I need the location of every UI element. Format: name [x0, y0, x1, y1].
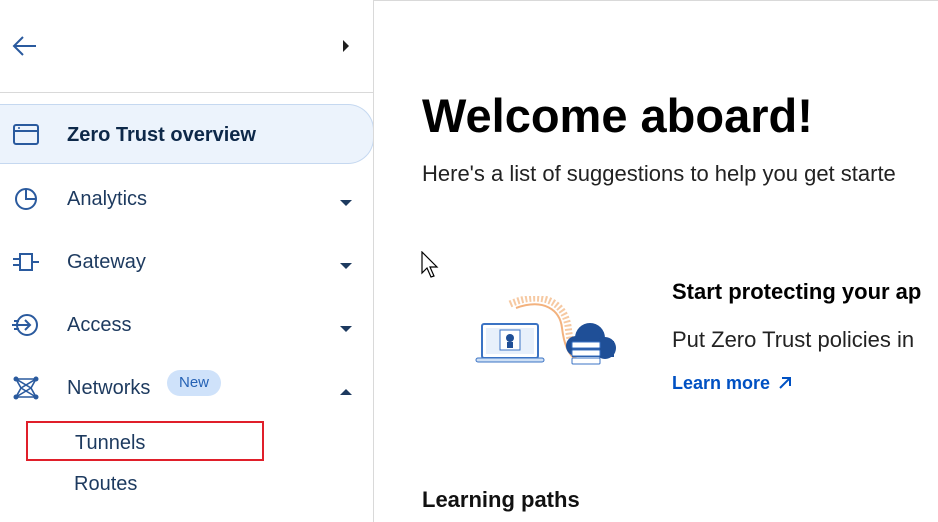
- nav-item-analytics[interactable]: Analytics: [0, 169, 373, 229]
- access-icon: [12, 312, 40, 338]
- sidebar-subitem-tunnels[interactable]: Tunnels: [26, 421, 264, 461]
- caret-right-icon: [343, 40, 349, 52]
- caret-down-icon[interactable]: [339, 195, 353, 206]
- arrow-up-right-icon: [779, 377, 792, 389]
- card-description: Put Zero Trust policies in: [672, 327, 915, 352]
- nav-label: Zero Trust overview: [67, 124, 256, 146]
- caret-up-icon[interactable]: [339, 384, 353, 395]
- main-content: Welcome aboard! Here's a list of suggest…: [374, 0, 938, 522]
- caret-down-icon[interactable]: [339, 321, 353, 332]
- pie-chart-icon: [12, 186, 40, 212]
- nav-item-access[interactable]: Access: [0, 295, 373, 355]
- learning-paths-heading: Learning paths: [422, 487, 580, 512]
- card-title: Start protecting your ap: [672, 279, 922, 304]
- gateway-icon: [12, 249, 40, 275]
- subitem-label: Tunnels: [75, 432, 146, 454]
- learn-more-label: Learn more: [672, 373, 771, 393]
- back-button[interactable]: [10, 32, 40, 60]
- sidebar-header: [0, 0, 373, 93]
- divider: [374, 0, 938, 1]
- nav-label: Gateway: [67, 251, 146, 273]
- expand-sidebar-button[interactable]: [338, 38, 354, 54]
- sidebar: Zero Trust overview Analytics Gateway Ac…: [0, 0, 374, 522]
- network-nodes-icon: [12, 375, 40, 401]
- page-title: Welcome aboard!: [422, 89, 813, 142]
- laptop-cloud-illustration: [472, 294, 626, 368]
- nav-label: Networks: [67, 377, 151, 399]
- sidebar-subitem-routes[interactable]: Routes: [26, 463, 264, 503]
- subitem-label: Routes: [74, 473, 138, 495]
- new-badge: New: [167, 370, 222, 396]
- learn-more-link[interactable]: Learn more: [672, 373, 792, 394]
- nav-item-networks[interactable]: Networks New: [0, 358, 373, 418]
- page-subtitle: Here's a list of suggestions to help you…: [422, 161, 896, 186]
- nav-item-zero-trust-overview[interactable]: Zero Trust overview: [0, 104, 373, 164]
- caret-down-icon[interactable]: [339, 258, 353, 269]
- nav-item-gateway[interactable]: Gateway: [0, 232, 373, 292]
- nav-label: Analytics: [67, 188, 148, 210]
- arrow-left-icon: [12, 36, 36, 56]
- nav-label: Access: [67, 314, 132, 336]
- browser-window-icon: [12, 122, 40, 148]
